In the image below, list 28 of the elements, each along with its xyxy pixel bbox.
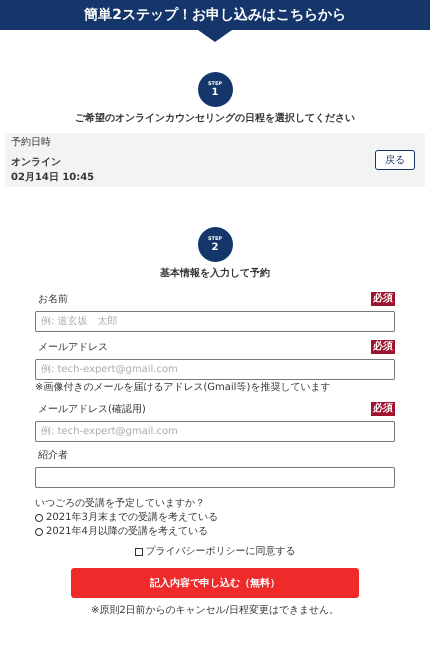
submit-button[interactable]: 記入内容で申し込む（無料） [71, 568, 359, 598]
input-field[interactable]: 例: tech-expert@gmail.com [35, 359, 395, 380]
radio-label: 2021年4月以降の受講を考えている [46, 526, 208, 538]
field-note: ※画像付きのメールを届けるアドレス(Gmail等)を推奨しています [35, 382, 332, 394]
required-tag: 必須 [371, 292, 395, 306]
question-text: いつごろの受講を予定していますか？ [35, 498, 206, 510]
back-button[interactable]: 戻る [375, 150, 415, 170]
reservation-heading: 予約日時 [11, 136, 52, 148]
step-title: ご希望のオンラインカウンセリングの日程を選択してください [75, 113, 355, 125]
radio-button[interactable] [35, 528, 43, 536]
reservation-datetime: 02月14日 10:45 [11, 172, 94, 184]
radio-button[interactable] [35, 514, 43, 522]
required-tag: 必須 [371, 340, 395, 354]
required-tag: 必須 [371, 402, 395, 416]
input-field[interactable] [35, 467, 395, 488]
input-field[interactable]: 例: 道玄坂 太郎 [35, 311, 395, 332]
radio-label: 2021年3月末までの受講を考えている [46, 512, 218, 524]
checkbox-label: プライバシーポリシーに同意する [146, 546, 296, 558]
input-field[interactable]: 例: tech-expert@gmail.com [35, 421, 395, 442]
banner-title: 簡単2ステップ！お申し込みはこちらから [84, 6, 346, 24]
checkbox[interactable] [134, 548, 142, 556]
footnote: ※原則2日前からのキャンセル/日程変更はできません。 [90, 605, 340, 617]
field-label: メールアドレス(確認用) [38, 404, 146, 416]
field-label: 紹介者 [38, 450, 68, 462]
field-label: メールアドレス [38, 342, 108, 354]
reservation-type: オンライン [11, 156, 62, 168]
field-label: お名前 [38, 294, 68, 306]
step-title: 基本情報を入力して予約 [160, 268, 270, 280]
